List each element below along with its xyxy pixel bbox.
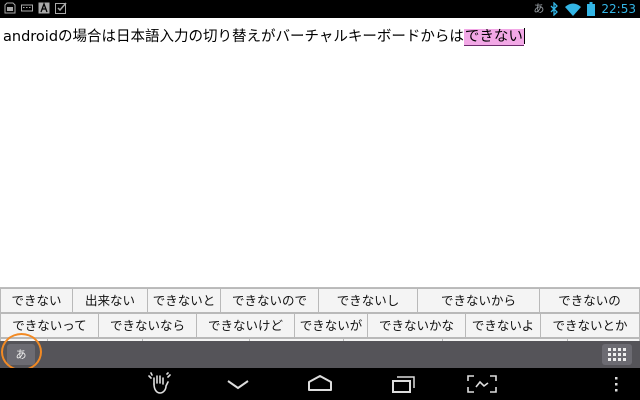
text-cursor: [523, 28, 525, 44]
home-button[interactable]: [303, 372, 337, 396]
candidate-row: できないって できないなら できないけど できないが できないかな できないよ …: [0, 313, 640, 339]
candidate-item[interactable]: できないなら: [98, 313, 197, 338]
hand-icon: [148, 372, 171, 394]
checkbox-icon: [55, 2, 67, 14]
navigation-bar: [0, 368, 640, 400]
candidate-item[interactable]: できないけど: [196, 313, 295, 338]
notification-icons: [4, 2, 67, 14]
candidate-item[interactable]: できないので: [220, 288, 319, 313]
candidate-item[interactable]: できないが: [294, 313, 368, 338]
bluetooth-icon: [550, 2, 559, 16]
candidate-item[interactable]: できないから: [417, 288, 540, 313]
text-editor[interactable]: androidの場合は日本語入力の切り替えがバーチャルキーボードからはできない: [0, 18, 640, 287]
editor-text-line: androidの場合は日本語入力の切り替えがバーチャルキーボードからはできない: [3, 26, 525, 48]
text-icon: [38, 2, 50, 14]
keyboard-toggle-button[interactable]: [602, 344, 632, 365]
ime-indicator: あ: [533, 2, 545, 15]
battery-icon: [587, 2, 596, 16]
candidate-item[interactable]: できないの: [539, 288, 640, 313]
candidate-item[interactable]: できない: [0, 288, 73, 313]
keyboard-icon: [21, 4, 33, 12]
candidate-item[interactable]: できないよ: [465, 313, 541, 338]
home-icon: [308, 375, 332, 391]
keyboard-toolbar: あ: [0, 333, 640, 371]
clock: 22:53: [601, 2, 636, 16]
status-bar: あ 22:53: [0, 0, 640, 18]
recent-apps-button[interactable]: [385, 372, 419, 396]
candidate-item[interactable]: できないかな: [367, 313, 466, 338]
system-icons: あ 22:53: [533, 1, 636, 17]
hand-button[interactable]: [143, 372, 177, 396]
menu-icon: [615, 377, 618, 392]
hide-keyboard-icon: [227, 380, 249, 390]
candidate-list: できない 出来ない できないと できないので できないし できないから できない…: [0, 287, 640, 342]
committed-text: androidの場合は日本語入力の切り替えがバーチャルキーボードからは: [3, 29, 464, 45]
recent-apps-icon: [392, 376, 415, 393]
wifi-icon: [565, 3, 582, 16]
candidate-item[interactable]: できないと: [147, 288, 221, 313]
candidate-row: できない 出来ない できないと できないので できないし できないから できない…: [0, 288, 640, 314]
menu-button[interactable]: [606, 372, 626, 396]
candidate-item[interactable]: できないし: [318, 288, 418, 313]
sd-card-icon: [4, 2, 16, 14]
keyboard-grid-icon: [608, 348, 626, 361]
screenshot-button[interactable]: [465, 372, 499, 396]
candidate-item[interactable]: できないとか: [540, 313, 640, 338]
candidate-item[interactable]: 出来ない: [72, 288, 148, 313]
highlight-circle: [1, 333, 42, 371]
composing-text: できない: [463, 29, 524, 46]
screenshot-icon: [467, 375, 497, 393]
hide-keyboard-button[interactable]: [221, 372, 255, 396]
